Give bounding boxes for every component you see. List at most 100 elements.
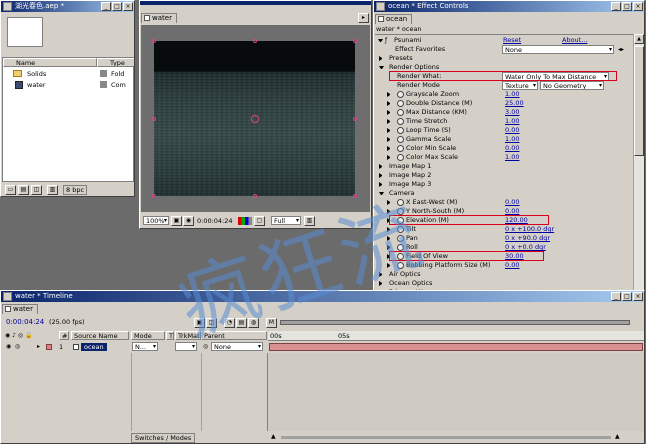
disclosure-triangle-icon[interactable] bbox=[387, 92, 392, 97]
safe-margins-icon[interactable]: ▣ bbox=[171, 216, 182, 226]
av-features-icon[interactable]: ◉ ♪ ◎ 🔒 bbox=[5, 332, 33, 339]
timeline-tab[interactable]: water bbox=[2, 304, 38, 314]
column-mode[interactable]: Mode bbox=[131, 331, 165, 340]
favorites-arrow-icon[interactable]: ◂▸ bbox=[618, 45, 624, 54]
layer-handle-icon[interactable] bbox=[253, 194, 257, 198]
effect-property-row[interactable]: Camera bbox=[375, 189, 633, 198]
timeline-layer-row[interactable]: ◉ ◎ ▸ 1 ocean N... ◎ None bbox=[1, 342, 644, 352]
column-parent[interactable]: Parent bbox=[201, 331, 267, 340]
timeline-titlebar[interactable]: water * Timeline _ □ × bbox=[1, 291, 644, 302]
effects-titlebar[interactable]: ocean * Effect Controls _ □ × bbox=[374, 1, 644, 12]
stopwatch-icon[interactable] bbox=[397, 145, 404, 152]
disclosure-triangle-icon[interactable] bbox=[387, 236, 392, 241]
effect-property-row[interactable]: Render Mode TextureNo Geometry bbox=[375, 81, 633, 90]
effect-property-row[interactable]: X East-West (M) 0.00 bbox=[375, 198, 633, 207]
timeline-zoom-slider[interactable] bbox=[281, 436, 611, 439]
disclosure-triangle-icon[interactable] bbox=[379, 281, 384, 286]
effect-property-row[interactable]: Time Stretch 1.00 bbox=[375, 117, 633, 126]
disclosure-triangle-icon[interactable] bbox=[387, 227, 392, 232]
close-tab-icon[interactable] bbox=[378, 16, 384, 22]
label-color-icon[interactable] bbox=[46, 344, 52, 350]
column-source-name[interactable]: Source Name bbox=[71, 331, 129, 340]
close-button[interactable]: × bbox=[633, 2, 643, 11]
property-value[interactable]: 30.00 bbox=[505, 252, 524, 261]
stopwatch-icon[interactable] bbox=[397, 100, 404, 107]
property-value[interactable]: 1.00 bbox=[505, 135, 519, 144]
stopwatch-icon[interactable] bbox=[397, 127, 404, 134]
property-value[interactable]: 0 x +90.0 dgr bbox=[505, 234, 550, 243]
property-dropdown[interactable]: Texture bbox=[502, 81, 538, 90]
disclosure-triangle-icon[interactable] bbox=[379, 272, 384, 277]
disclosure-triangle-icon[interactable] bbox=[379, 173, 384, 178]
minimize-button[interactable]: _ bbox=[101, 2, 111, 11]
effect-property-row[interactable]: Image Map 2 bbox=[375, 171, 633, 180]
property-value[interactable]: 1.00 bbox=[505, 90, 519, 99]
resolution-dropdown[interactable]: Full bbox=[271, 216, 301, 225]
list-item[interactable]: Solids Fold bbox=[3, 69, 134, 79]
comp-marker-icon[interactable]: ▣ bbox=[194, 318, 205, 328]
comp-options-icon[interactable]: ▸ bbox=[358, 13, 369, 23]
frame-blending-icon[interactable]: ▤ bbox=[236, 318, 247, 328]
camera-icon[interactable]: ◉ bbox=[183, 216, 194, 226]
new-composition-icon[interactable]: ◫ bbox=[31, 185, 42, 195]
layer-mode-dropdown[interactable]: N... bbox=[132, 342, 158, 351]
property-value[interactable]: 25.00 bbox=[505, 99, 524, 108]
effect-property-row[interactable]: Roll 0 x +0.0 dgr bbox=[375, 243, 633, 252]
property-value[interactable]: 120.00 bbox=[505, 216, 528, 225]
bpc-label[interactable]: 8 bpc bbox=[63, 185, 88, 195]
video-switch-icon[interactable]: ◉ bbox=[6, 343, 11, 350]
effect-property-row[interactable]: Grayscale Zoom 1.00 bbox=[375, 90, 633, 99]
color-channels-icon[interactable] bbox=[238, 217, 252, 225]
project-titlebar[interactable]: 湖光春色.aep * _ □ × bbox=[1, 1, 134, 12]
effect-property-row[interactable]: Render What: Water Only To Max Distance bbox=[375, 71, 633, 81]
minimize-button[interactable]: _ bbox=[611, 292, 621, 301]
effect-property-row[interactable]: Double Distance (M) 25.00 bbox=[375, 99, 633, 108]
stopwatch-icon[interactable] bbox=[397, 199, 404, 206]
column-num[interactable]: # bbox=[59, 331, 69, 340]
stopwatch-icon[interactable] bbox=[397, 91, 404, 98]
close-button[interactable]: × bbox=[633, 292, 643, 301]
time-ruler[interactable]: 00s 05s bbox=[268, 331, 644, 341]
about-link[interactable]: About... bbox=[562, 36, 587, 45]
column-t[interactable]: T bbox=[166, 331, 174, 340]
layer-handle-icon[interactable] bbox=[253, 39, 257, 43]
stopwatch-icon[interactable] bbox=[397, 217, 404, 224]
parent-pickwhip-icon[interactable]: ◎ bbox=[203, 343, 208, 350]
switches-modes-toggle[interactable]: Switches / Modes bbox=[131, 433, 196, 443]
effect-property-row[interactable]: Color Min Scale 0.00 bbox=[375, 144, 633, 153]
stopwatch-icon[interactable] bbox=[397, 208, 404, 215]
layer-handle-icon[interactable] bbox=[152, 39, 156, 43]
layer-name[interactable]: ocean bbox=[81, 343, 107, 351]
effect-property-row[interactable]: Elevation (M) 120.00 bbox=[375, 215, 633, 225]
minimize-button[interactable]: _ bbox=[611, 2, 621, 11]
disclosure-triangle-icon[interactable] bbox=[387, 263, 392, 268]
effect-property-row[interactable]: Presets bbox=[375, 54, 633, 63]
new-folder-icon[interactable]: ▤ bbox=[18, 185, 29, 195]
effect-property-row[interactable]: Max Distance (KM) 3.00 bbox=[375, 108, 633, 117]
magnification-dropdown[interactable]: 100% bbox=[143, 216, 169, 225]
property-value[interactable]: 0 x +100.0 dgr bbox=[505, 225, 554, 234]
effect-property-row[interactable]: Image Map 3 bbox=[375, 180, 633, 189]
disclosure-triangle-icon[interactable] bbox=[387, 119, 392, 124]
layer-handle-icon[interactable] bbox=[353, 117, 357, 121]
disclosure-triangle-icon[interactable] bbox=[387, 155, 392, 160]
layer-handle-icon[interactable] bbox=[152, 117, 156, 121]
disclosure-triangle-icon[interactable] bbox=[379, 66, 384, 71]
column-type[interactable]: Type bbox=[97, 58, 134, 67]
property-value[interactable]: 1.00 bbox=[505, 153, 519, 162]
anchor-point-icon[interactable] bbox=[251, 115, 259, 123]
disclosure-triangle-icon[interactable] bbox=[379, 164, 384, 169]
list-item[interactable]: water Com bbox=[3, 80, 134, 90]
timeline-timecode[interactable]: 0:00:04:24 bbox=[6, 318, 44, 326]
fx-icon[interactable]: ƒ bbox=[385, 36, 387, 45]
property-value[interactable]: 1.00 bbox=[505, 117, 519, 126]
stopwatch-icon[interactable] bbox=[397, 109, 404, 116]
effect-property-row[interactable]: Render Options bbox=[375, 63, 633, 72]
disclosure-triangle-icon[interactable] bbox=[387, 137, 392, 142]
effect-property-row[interactable]: Bobbing Platform Size (M) 0.00 bbox=[375, 261, 633, 270]
interpret-footage-icon[interactable]: ▭ bbox=[5, 185, 16, 195]
disclosure-triangle-icon[interactable] bbox=[387, 200, 392, 205]
shy-layers-icon[interactable]: ◔ bbox=[224, 318, 235, 328]
property-value[interactable]: 0.00 bbox=[505, 144, 519, 153]
property-value[interactable]: 0.00 bbox=[505, 198, 519, 207]
